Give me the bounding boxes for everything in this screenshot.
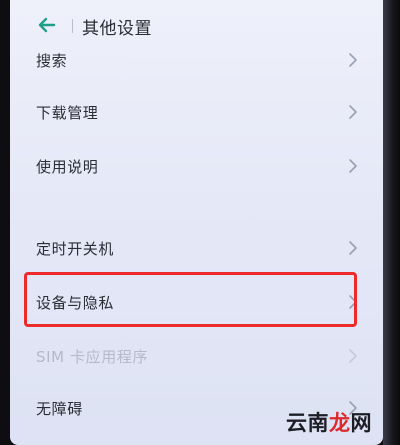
settings-item-label: 下载管理 xyxy=(36,104,99,122)
settings-item-scheduled-power[interactable]: 定时开关机 xyxy=(10,228,383,268)
phone-screen: 其他设置 搜索 下载管理 使用说明 定时开关机 设备与隐私 SIM 卡应用程序 … xyxy=(10,0,383,445)
phone-bezel xyxy=(383,0,400,445)
header-divider xyxy=(72,19,73,33)
settings-item-label: 搜索 xyxy=(36,52,68,70)
watermark-text-tail: 网 xyxy=(350,411,372,435)
watermark-text: 云南 xyxy=(286,411,329,435)
arrow-left-icon[interactable] xyxy=(37,15,57,35)
watermark: 云南龙网 xyxy=(286,407,372,437)
settings-item-instructions[interactable]: 使用说明 xyxy=(10,146,383,186)
watermark-accent: 龙 xyxy=(329,411,351,435)
page-title: 其他设置 xyxy=(82,19,152,39)
settings-item-label: 使用说明 xyxy=(36,158,99,176)
chevron-right-icon xyxy=(349,241,357,255)
settings-item-sim-apps: SIM 卡应用程序 xyxy=(10,336,383,376)
chevron-right-icon xyxy=(349,159,357,173)
chevron-right-icon xyxy=(349,53,357,67)
chevron-right-icon xyxy=(349,105,357,119)
settings-item-label: 无障碍 xyxy=(36,400,83,418)
chevron-right-icon xyxy=(349,349,357,363)
highlight-box xyxy=(24,272,357,327)
settings-item-search[interactable]: 搜索 xyxy=(10,40,383,80)
settings-item-label: 定时开关机 xyxy=(36,240,115,258)
screen: 其他设置 搜索 下载管理 使用说明 定时开关机 设备与隐私 SIM 卡应用程序 … xyxy=(0,0,400,445)
settings-item-label: SIM 卡应用程序 xyxy=(36,348,149,366)
settings-item-download-manager[interactable]: 下载管理 xyxy=(10,92,383,132)
